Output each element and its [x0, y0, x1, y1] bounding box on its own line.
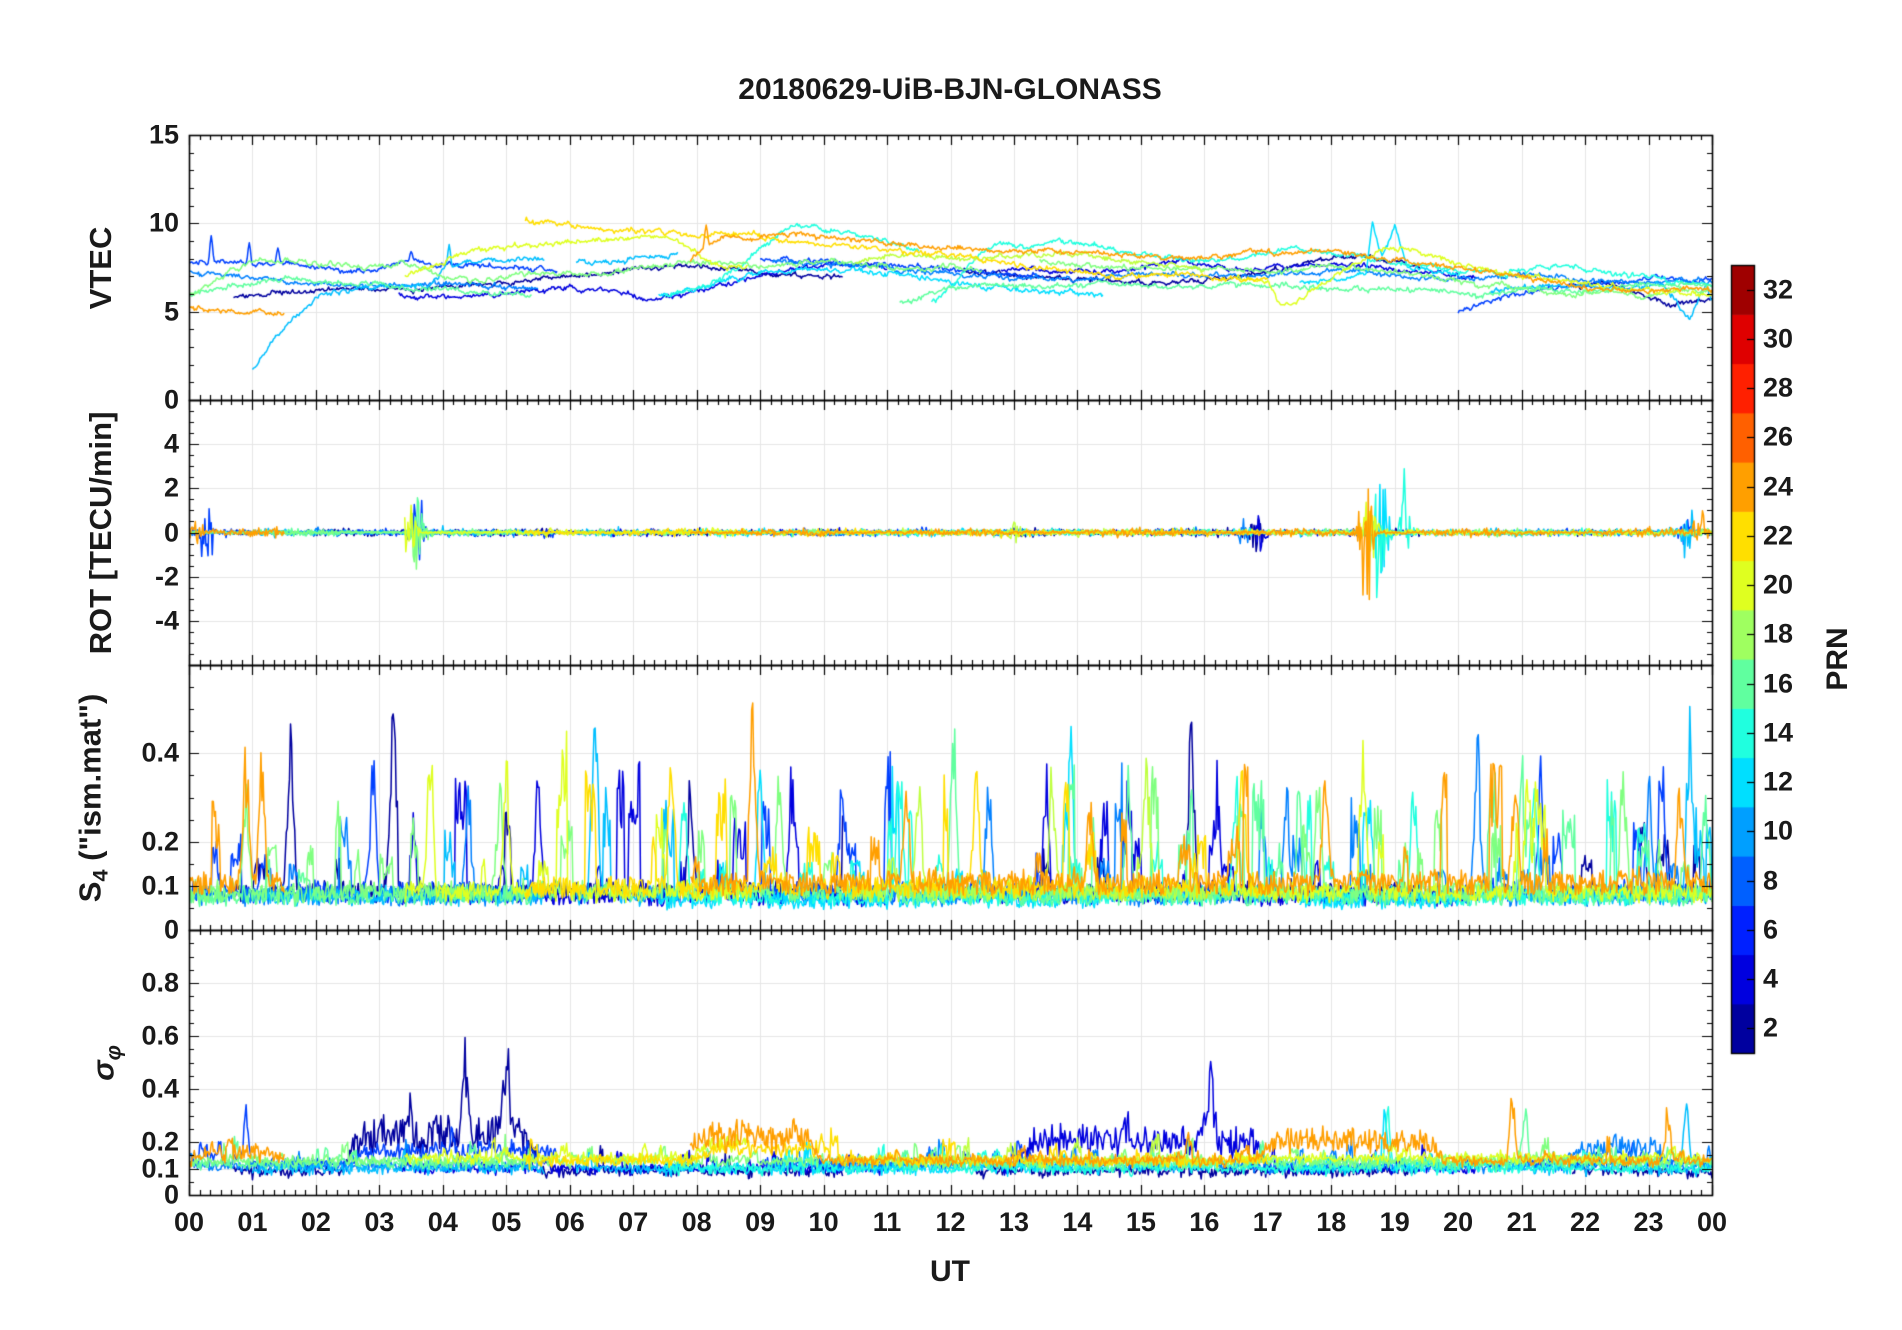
y-tick-label: 4 [163, 428, 179, 459]
y-tick-label: -2 [154, 561, 179, 592]
x-tick-label: 00 [1696, 1207, 1728, 1237]
y-tick-label: 10 [148, 207, 179, 238]
x-tick-label: 09 [745, 1207, 776, 1237]
colorbar-tick-label: 6 [1763, 914, 1779, 945]
colorbar-tick-label: 14 [1763, 717, 1794, 748]
y-tick-label: 0.2 [141, 1126, 179, 1157]
y-axis-label-rot: ROT [TECU/min] [83, 411, 118, 654]
x-tick-label: 00 [173, 1207, 205, 1237]
x-axis-label: UT [930, 1255, 970, 1288]
y-axis-label-sigma_phi: σφ [85, 1044, 126, 1081]
chart-title: 20180629-UiB-BJN-GLONASS [738, 73, 1162, 106]
x-tick-label: 04 [427, 1207, 458, 1237]
colorbar-tick-label: 2 [1763, 1012, 1779, 1043]
x-tick-label: 10 [808, 1207, 839, 1237]
x-tick-label: 05 [491, 1207, 522, 1237]
x-tick-label: 23 [1633, 1207, 1664, 1237]
y-tick-label: 0.4 [141, 737, 179, 768]
y-tick-label: 0 [163, 1179, 179, 1210]
colorbar-tick-label: 4 [1763, 963, 1779, 994]
y-tick-label: 0.1 [141, 870, 179, 901]
colorbar-tick-label: 18 [1763, 618, 1794, 649]
x-tick-label: 13 [998, 1207, 1029, 1237]
colorbar-tick-label: 12 [1763, 766, 1794, 797]
x-tick-label: 20 [1443, 1207, 1474, 1237]
colorbar-tick-label: 20 [1763, 569, 1794, 600]
plot-canvas [0, 0, 1902, 1330]
x-tick-label: 16 [1189, 1207, 1220, 1237]
x-tick-label: 19 [1379, 1207, 1410, 1237]
figure: 20180629-UiB-BJN-GLONASS UT PRN 0 5 10 15 VT… [0, 0, 1902, 1330]
y-tick-label: 0 [163, 517, 179, 547]
x-tick-label: 03 [364, 1207, 395, 1237]
colorbar-tick-label: 24 [1763, 471, 1794, 502]
y-tick-label: 0.8 [141, 967, 179, 998]
colorbar-tick-label: 10 [1763, 815, 1794, 846]
colorbar-tick-label: 8 [1763, 865, 1779, 896]
y-tick-label: 0.6 [141, 1020, 179, 1051]
colorbar-tick-label: 32 [1763, 274, 1794, 305]
x-tick-label: 22 [1570, 1207, 1601, 1237]
y-tick-label: 0 [163, 384, 179, 415]
y-axis-label-s4: S4 ("ism.mat") [72, 693, 113, 902]
x-tick-label: 11 [872, 1207, 902, 1237]
colorbar-tick-label: 22 [1763, 520, 1794, 551]
y-tick-label: 0.2 [141, 826, 179, 857]
x-tick-label: 01 [237, 1207, 268, 1237]
colorbar-tick-label: 30 [1763, 323, 1794, 354]
x-tick-label: 21 [1506, 1207, 1537, 1237]
x-tick-label: 02 [300, 1207, 331, 1237]
x-tick-label: 08 [681, 1207, 712, 1237]
x-tick-label: 06 [554, 1207, 585, 1237]
x-tick-label: 14 [1062, 1207, 1093, 1237]
x-tick-label: 12 [935, 1207, 966, 1237]
x-tick-label: 07 [618, 1207, 649, 1237]
colorbar-tick-label: 28 [1763, 372, 1794, 403]
x-tick-label: 18 [1316, 1207, 1347, 1237]
y-tick-label: 0 [163, 914, 179, 945]
y-tick-label: 5 [163, 296, 179, 327]
y-tick-label: 2 [163, 472, 179, 503]
colorbar-tick-label: 16 [1763, 668, 1794, 699]
colorbar-label: PRN [1821, 627, 1854, 691]
y-tick-label: 0.1 [141, 1153, 179, 1183]
x-tick-label: 15 [1125, 1207, 1156, 1237]
x-tick-label: 17 [1252, 1207, 1283, 1237]
y-tick-label: -4 [154, 605, 179, 636]
colorbar-tick-label: 26 [1763, 421, 1794, 452]
y-tick-label: 15 [148, 119, 179, 150]
y-axis-label-vtec: VTEC [83, 226, 118, 309]
y-tick-label: 0.4 [141, 1073, 179, 1104]
